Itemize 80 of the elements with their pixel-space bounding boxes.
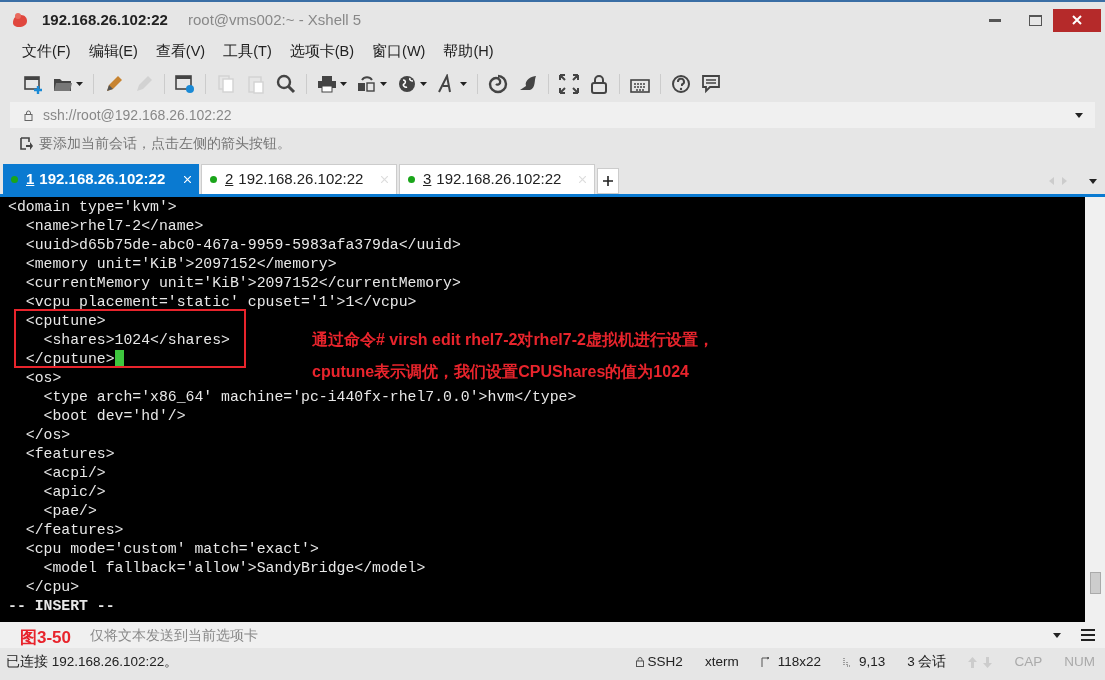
- code-line: <cpu mode='custom' match='exact'>: [24, 540, 319, 559]
- lock-icon[interactable]: [589, 74, 609, 94]
- menu-item[interactable]: 查看(V): [155, 41, 206, 63]
- globe-icon[interactable]: [397, 74, 417, 94]
- code-line: <vcpu placement='static' cpuset='1'>1</vcpu>: [24, 293, 417, 312]
- printer-icon[interactable]: [317, 74, 337, 94]
- cursor-position-icon: [842, 657, 851, 667]
- menu-item[interactable]: 选项卡(B): [289, 41, 355, 63]
- code-line: <type arch='x86_64' machine='pc-i440fx-rhel7.0.0'>hvm</type>: [42, 388, 577, 407]
- caps-lock-indicator: CAP: [1014, 652, 1043, 671]
- fullscreen-icon[interactable]: [559, 74, 579, 94]
- code-line: <os>: [24, 369, 62, 388]
- code-line: </cpu>: [24, 578, 80, 597]
- lock-icon: [24, 109, 33, 121]
- search-icon[interactable]: [276, 74, 296, 94]
- terminal-size: 118x22: [760, 651, 821, 673]
- dropdown-caret-icon[interactable]: [420, 82, 427, 86]
- code-line: </features>: [24, 521, 124, 540]
- menu-item[interactable]: 窗口(W): [372, 41, 426, 63]
- num-lock-indicator: NUM: [1064, 652, 1095, 671]
- menu-icon[interactable]: [1081, 629, 1095, 641]
- code-line: <acpi/>: [42, 464, 106, 483]
- code-line: <apic/>: [42, 483, 106, 502]
- code-line: <name>rhel7-2</name>: [24, 217, 204, 236]
- arrow-page-icon[interactable]: [20, 136, 33, 150]
- window-title: root@vms002:~ - Xshell 5: [187, 9, 362, 30]
- spiral-icon[interactable]: [488, 74, 508, 94]
- dropdown-caret-icon[interactable]: [1075, 112, 1083, 118]
- code-line: <uuid>d65b75de-abc0-467a-9959-5983afa379da</uuid>: [24, 236, 461, 255]
- dropdown-caret-icon[interactable]: [1089, 178, 1097, 184]
- compose-input[interactable]: 仅将文本发送到当前选项卡: [90, 624, 1053, 646]
- code-line: <model fallback='allow'>SandyBridge</model>: [42, 559, 426, 578]
- menu-item[interactable]: 帮助(H): [443, 41, 494, 63]
- code-line: <boot dev='hd'/>: [42, 407, 186, 426]
- menu-item[interactable]: 编辑(E): [88, 41, 138, 63]
- dropdown-caret-icon[interactable]: [380, 82, 387, 86]
- code-line: <shares>1024</shares>: [42, 331, 230, 350]
- resize-icon: [760, 657, 770, 667]
- lock-icon: [635, 657, 644, 667]
- code-line: <memory unit='KiB'>2097152</memory>: [24, 255, 337, 274]
- code-line: <cputune>: [24, 312, 106, 331]
- figure-label: 图3-50: [20, 628, 73, 648]
- transfer-icon[interactable]: [357, 74, 377, 94]
- minimize-icon[interactable]: [989, 18, 1001, 22]
- pencil-icon[interactable]: [104, 74, 124, 94]
- help-icon[interactable]: [671, 74, 691, 94]
- terminal-screen[interactable]: [0, 197, 1085, 622]
- tab[interactable]: 2 192.168.26.102:22: [201, 164, 397, 194]
- code-line: <domain type='kvm'>: [8, 198, 177, 217]
- menu-item[interactable]: 文件(F): [22, 41, 71, 63]
- window-title-host: 192.168.26.102:22: [42, 9, 168, 30]
- protocol-status: SSH2: [635, 651, 683, 673]
- menu-item[interactable]: 工具(T): [223, 41, 272, 63]
- new-session-icon[interactable]: [23, 74, 43, 94]
- annotation-text: cputune表示调优，我们设置CPUShares的值为1024: [312, 362, 690, 382]
- close-button[interactable]: [1053, 8, 1101, 32]
- maximize-icon[interactable]: [1028, 14, 1042, 26]
- mode-indicator: -- INSERT --: [8, 597, 115, 616]
- scrollbar[interactable]: [1085, 197, 1105, 622]
- app-logo-icon: [10, 11, 30, 29]
- dropdown-caret-icon[interactable]: [340, 82, 347, 86]
- hint-text: 要添加当前会话，点击左侧的箭头按钮。: [39, 133, 291, 153]
- chat-icon[interactable]: [701, 74, 721, 94]
- code-line: </os>: [24, 426, 71, 445]
- dropdown-caret-icon[interactable]: [460, 82, 467, 86]
- connection-status: 已连接 192.168.26.102:22。: [6, 652, 179, 671]
- cursor-position: 9,13: [842, 651, 886, 673]
- terminal-type: xterm: [704, 652, 739, 671]
- annotation-text: 通过命令# virsh edit rhel7-2对rhel7-2虚拟机进行设置，: [312, 330, 714, 350]
- code-line: <currentMemory unit='KiB'>2097152</currentMemory>: [24, 274, 461, 293]
- dropdown-caret-icon[interactable]: [1053, 632, 1061, 638]
- tab[interactable]: 1 192.168.26.102:22: [3, 164, 199, 194]
- code-line: </cputune>: [24, 350, 115, 369]
- dropdown-caret-icon[interactable]: [76, 82, 83, 86]
- code-line: <pae/>: [42, 502, 97, 521]
- new-tab-button[interactable]: [597, 168, 619, 194]
- tab[interactable]: 3 192.168.26.102:22: [399, 164, 595, 194]
- code-line: <features>: [24, 445, 115, 464]
- plus-icon[interactable]: [603, 176, 613, 186]
- session-count: 3 会话: [907, 652, 947, 671]
